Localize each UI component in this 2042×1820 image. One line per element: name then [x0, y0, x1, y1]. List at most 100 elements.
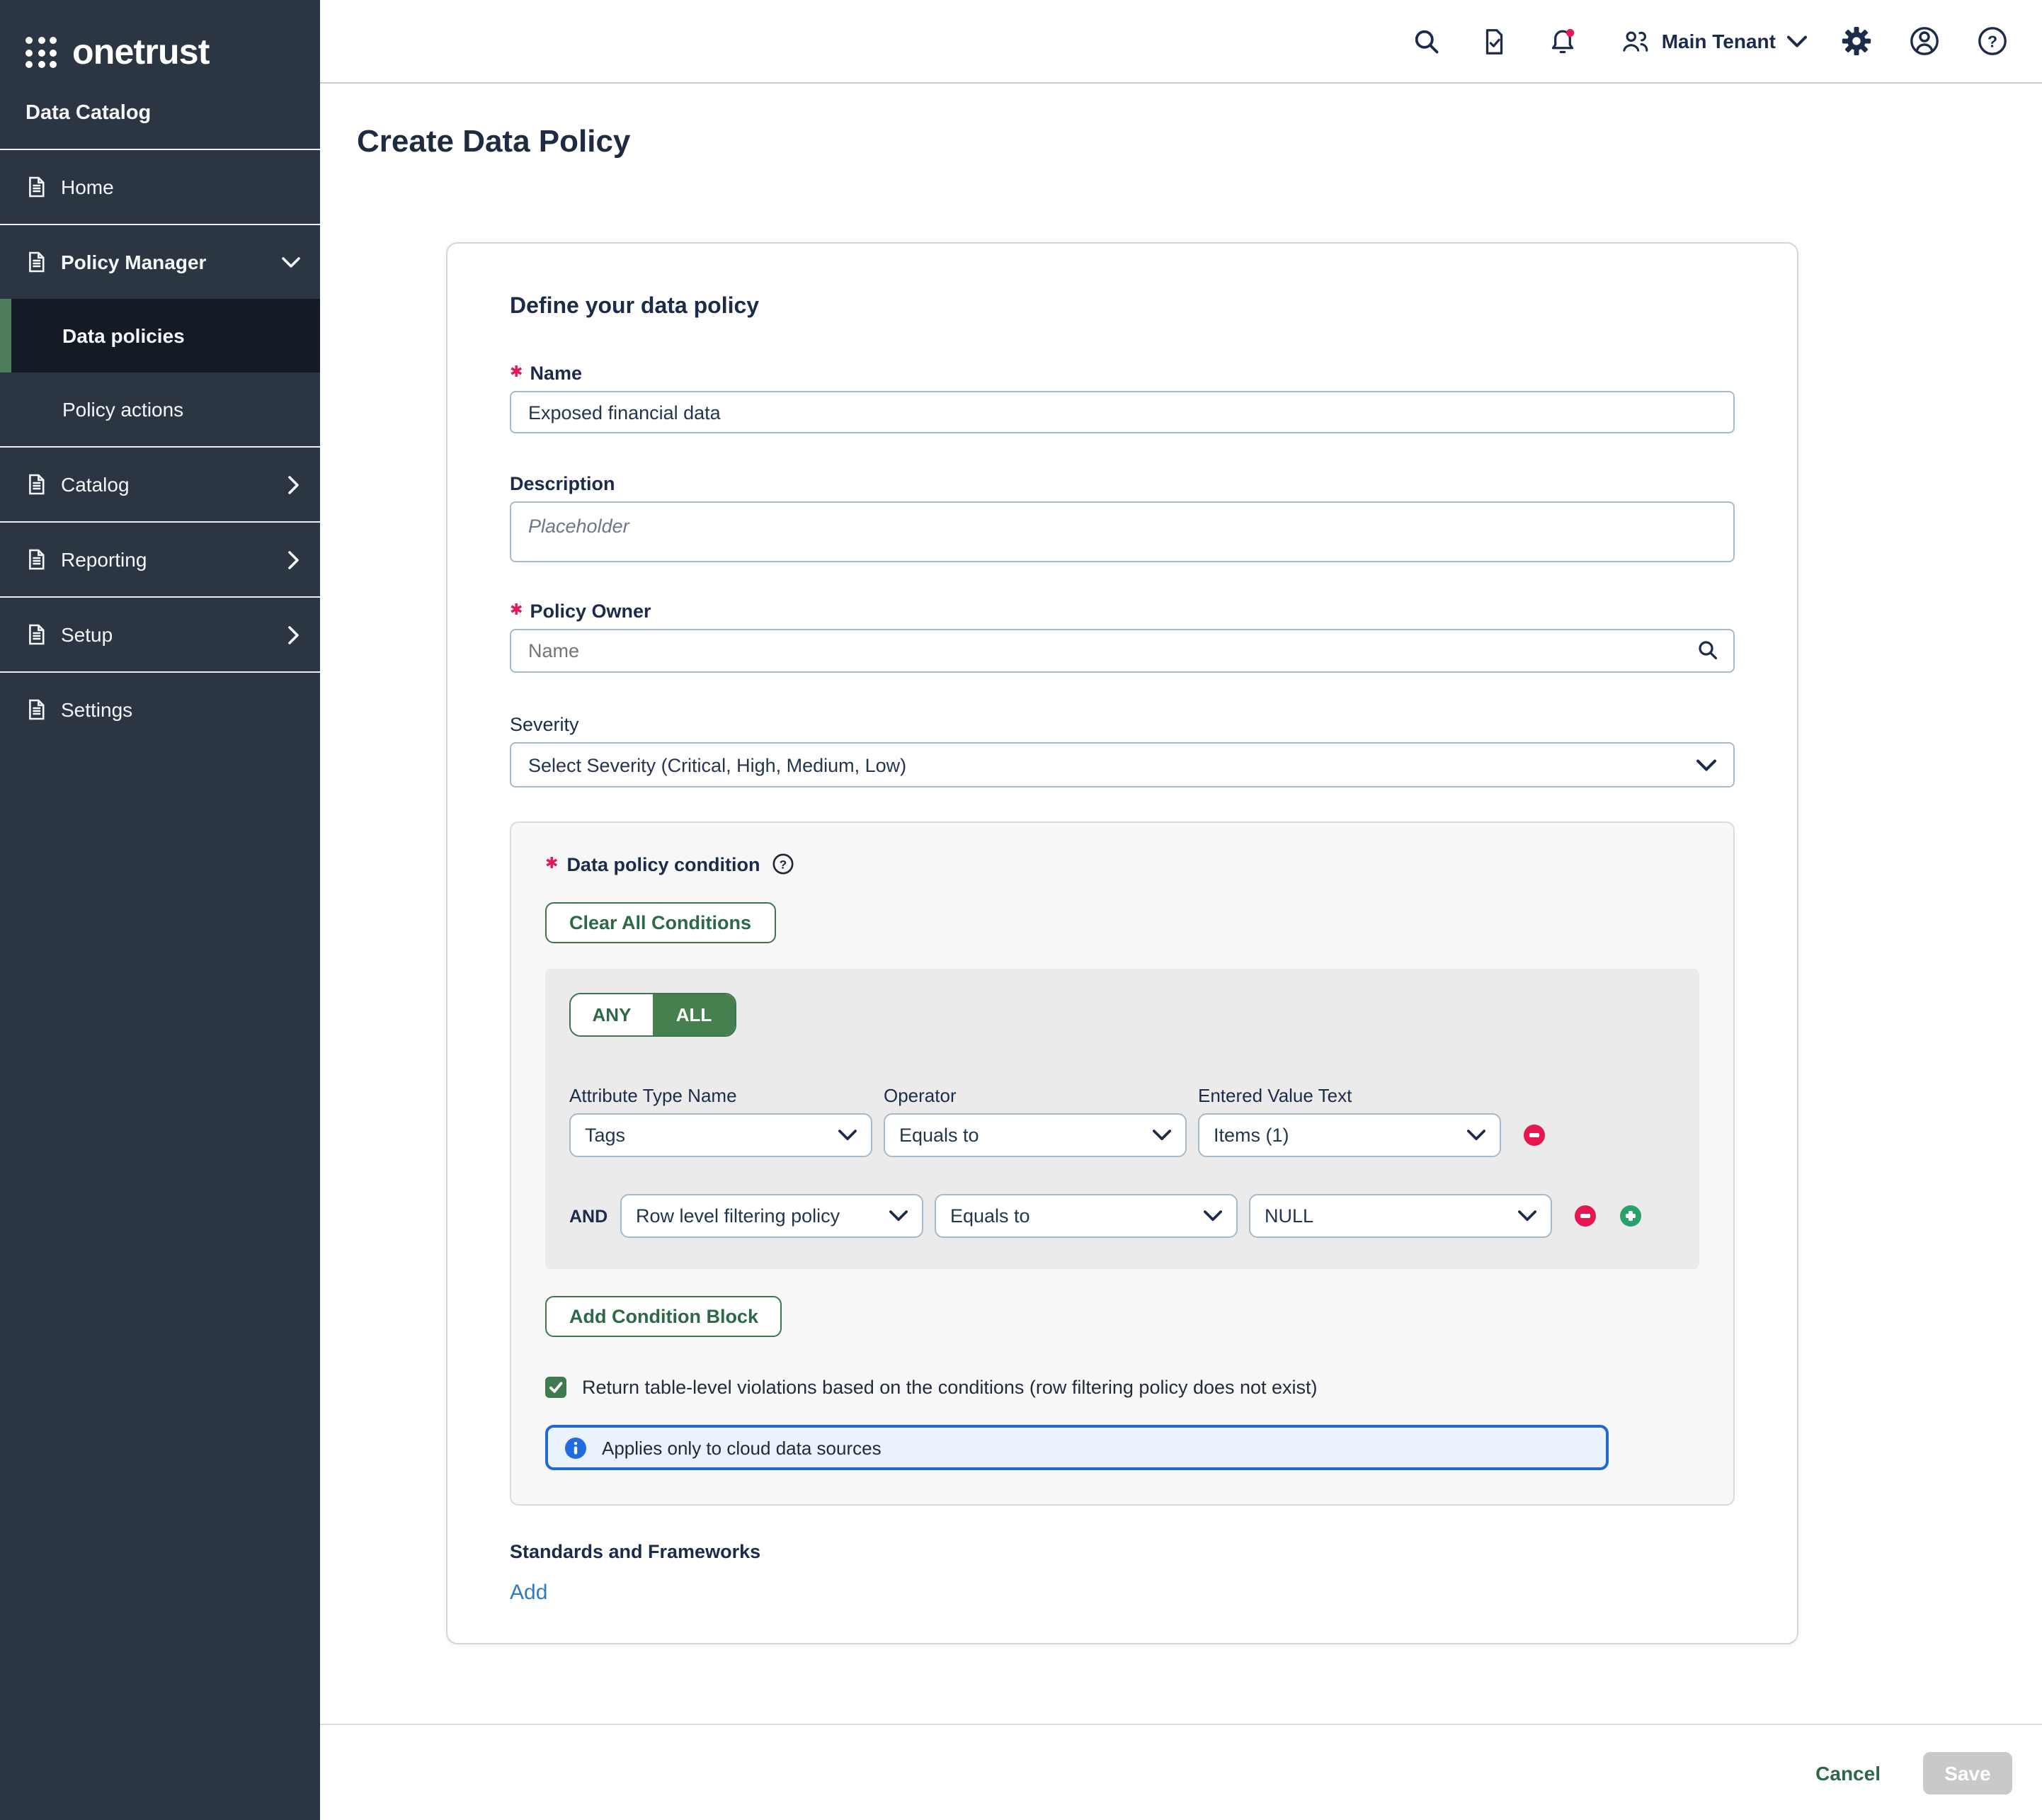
required-marker: ✱: [545, 856, 558, 872]
value-dropdown[interactable]: NULL: [1249, 1194, 1552, 1238]
chevron-down-icon: [889, 1210, 908, 1222]
chevron-down-icon: [1204, 1210, 1222, 1222]
chevron-down-icon: [282, 256, 300, 268]
help-icon[interactable]: ?: [771, 853, 794, 875]
owner-search-button[interactable]: [1696, 639, 1719, 669]
document-icon: [25, 698, 48, 721]
column-header: Attribute Type Name: [569, 1085, 872, 1106]
severity-select[interactable]: Select Severity (Critical, High, Medium,…: [510, 742, 1735, 787]
clear-all-conditions-button[interactable]: Clear All Conditions: [545, 902, 775, 943]
document-check-button[interactable]: [1476, 23, 1513, 59]
condition-block: ANY ALL Attribute Type Name Operator Ent…: [545, 969, 1699, 1269]
sidebar-item-reporting[interactable]: Reporting: [0, 523, 320, 596]
chevron-down-icon: [1787, 35, 1807, 47]
check-icon: [548, 1380, 564, 1395]
description-label: Description: [510, 473, 1735, 494]
sidebar-item-policy-actions[interactable]: Policy actions: [0, 372, 320, 446]
chevron-right-icon: [287, 625, 300, 644]
sidebar-item-settings[interactable]: Settings: [0, 673, 320, 746]
sidebar-item-setup[interactable]: Setup: [0, 598, 320, 671]
document-icon: [25, 548, 48, 571]
remove-condition-icon[interactable]: [1575, 1205, 1596, 1227]
top-bar: Main Tenant: [320, 0, 2042, 84]
operator-dropdown[interactable]: Equals to: [935, 1194, 1238, 1238]
chevron-down-icon: [838, 1129, 857, 1142]
toggle-all[interactable]: ALL: [653, 994, 735, 1035]
sidebar-item-policy-manager[interactable]: Policy Manager: [0, 225, 320, 299]
svg-text:?: ?: [1987, 32, 1997, 50]
sidebar-item-home[interactable]: Home: [0, 150, 320, 224]
severity-value: Select Severity (Critical, High, Medium,…: [528, 754, 906, 775]
sidebar-item-catalog[interactable]: Catalog: [0, 448, 320, 521]
global-settings-button[interactable]: [1838, 23, 1875, 59]
sidebar-item-data-policies[interactable]: Data policies: [0, 299, 320, 372]
search-icon: [1696, 639, 1719, 661]
operator-dropdown[interactable]: Equals to: [884, 1113, 1187, 1157]
app-window: onetrust Data Catalog Home Policy Manage…: [0, 0, 2042, 1820]
policy-owner-input[interactable]: [510, 629, 1735, 673]
chevron-right-icon: [287, 550, 300, 569]
column-header: Entered Value Text: [1198, 1085, 1501, 1106]
info-banner: Applies only to cloud data sources: [545, 1425, 1609, 1470]
attribute-dropdown[interactable]: Tags: [569, 1113, 872, 1157]
required-marker: ✱: [510, 365, 523, 381]
column-header: Operator: [884, 1085, 1187, 1106]
form-section-title: Define your data policy: [510, 295, 1735, 320]
sidebar-item-label: Data policies: [62, 324, 185, 347]
checkbox-checked[interactable]: [545, 1377, 566, 1398]
notifications-bell-icon: [1548, 26, 1578, 56]
any-all-toggle[interactable]: ANY ALL: [569, 993, 736, 1037]
name-field-group: ✱ Name: [510, 363, 1735, 433]
sidebar-item-label: Policy Manager: [61, 251, 206, 273]
chevron-right-icon: [287, 475, 300, 494]
standards-add-link[interactable]: Add: [510, 1581, 547, 1605]
toggle-any[interactable]: ANY: [571, 994, 653, 1035]
standards-label: Standards and Frameworks: [510, 1541, 1735, 1562]
form-footer: Cancel Save: [320, 1724, 2042, 1820]
condition-row: AND Row level filtering policy Equals to…: [569, 1194, 1675, 1238]
required-marker: ✱: [510, 603, 523, 619]
severity-label: Severity: [510, 714, 1735, 735]
account-icon: [1909, 25, 1940, 57]
severity-field-group: Severity Select Severity (Critical, High…: [510, 714, 1735, 787]
cancel-button[interactable]: Cancel: [1807, 1760, 1889, 1785]
chevron-down-icon: [1467, 1129, 1485, 1142]
search-button[interactable]: [1408, 23, 1445, 59]
conjunction-label: AND: [569, 1206, 608, 1226]
gear-icon: [1841, 25, 1872, 57]
sidebar: onetrust Data Catalog Home Policy Manage…: [0, 0, 320, 1820]
policy-owner-label: ✱ Policy Owner: [510, 601, 1735, 622]
description-field-group: Description: [510, 473, 1735, 569]
condition-label: ✱ Data policy condition ?: [545, 853, 1699, 875]
description-input[interactable]: [510, 501, 1735, 562]
notification-dot: [1566, 28, 1574, 36]
notifications-button[interactable]: [1544, 23, 1581, 59]
onetrust-dots-logo-icon: [25, 37, 57, 68]
add-condition-block-button[interactable]: Add Condition Block: [545, 1296, 782, 1337]
help-icon: ?: [1977, 25, 2008, 57]
info-icon: [565, 1437, 586, 1458]
add-condition-icon[interactable]: [1620, 1205, 1641, 1227]
remove-condition-icon[interactable]: [1524, 1125, 1545, 1146]
account-button[interactable]: [1906, 23, 1943, 59]
page-title: Create Data Policy: [357, 123, 630, 160]
document-icon: [25, 473, 48, 496]
condition-row: Tags Equals to Items (1): [569, 1113, 1675, 1157]
condition-column-headers: Attribute Type Name Operator Entered Val…: [569, 1085, 1675, 1106]
document-check-icon: [1480, 26, 1510, 56]
product-label: Data Catalog: [0, 82, 320, 149]
value-dropdown[interactable]: Items (1): [1198, 1113, 1501, 1157]
document-icon: [25, 176, 48, 198]
tenant-label: Main Tenant: [1662, 30, 1776, 52]
sidebar-item-label: Catalog: [61, 473, 130, 496]
sidebar-item-label: Home: [61, 176, 114, 198]
help-button[interactable]: ?: [1974, 23, 2011, 59]
chevron-down-icon: [1518, 1210, 1536, 1222]
save-button[interactable]: Save: [1923, 1751, 2012, 1794]
info-banner-text: Applies only to cloud data sources: [602, 1437, 882, 1458]
chevron-down-icon: [1696, 758, 1716, 771]
name-input[interactable]: [510, 391, 1735, 433]
attribute-dropdown[interactable]: Row level filtering policy: [620, 1194, 923, 1238]
sidebar-item-label: Policy actions: [62, 398, 183, 421]
tenant-selector[interactable]: Main Tenant: [1621, 27, 1807, 55]
